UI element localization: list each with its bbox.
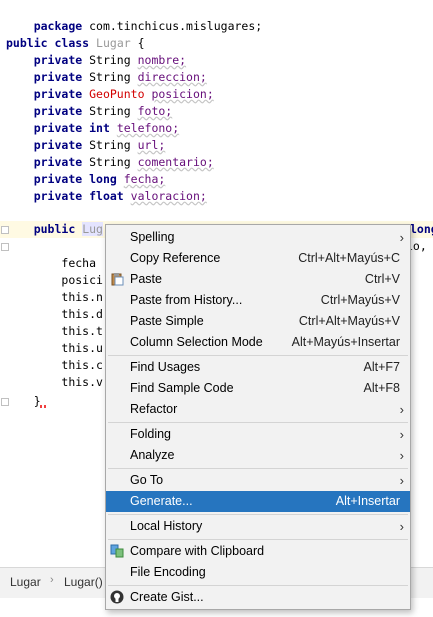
menu-item-spelling[interactable]: Spelling › bbox=[106, 227, 410, 248]
menu-item-refactor[interactable]: Refactor › bbox=[106, 399, 410, 420]
menu-separator bbox=[108, 422, 408, 423]
github-icon bbox=[110, 590, 124, 604]
field-declaration: private GeoPunto posicion; bbox=[33, 87, 214, 101]
menu-separator bbox=[108, 539, 408, 540]
menu-item-column-selection-mode[interactable]: Column Selection Mode Alt+Mayús+Insertar bbox=[106, 332, 410, 353]
constructor-declaration: public Lug bbox=[33, 222, 103, 236]
field-declaration: private String url; bbox=[33, 138, 166, 152]
class-declaration: public class Lugar { bbox=[6, 36, 145, 50]
field-declaration: private float valoracion; bbox=[33, 189, 207, 203]
menu-item-compare-with-clipboard[interactable]: Compare with Clipboard bbox=[106, 541, 410, 562]
field-declaration: private long fecha; bbox=[33, 172, 166, 186]
menu-item-folding[interactable]: Folding › bbox=[106, 424, 410, 445]
menu-separator bbox=[108, 355, 408, 356]
constructor-body-line: this.d bbox=[61, 307, 103, 321]
constructor-body-line: this.c bbox=[61, 358, 103, 372]
menu-separator bbox=[108, 514, 408, 515]
menu-item-local-history[interactable]: Local History › bbox=[106, 516, 410, 537]
menu-item-analyze[interactable]: Analyze › bbox=[106, 445, 410, 466]
chevron-right-icon: › bbox=[399, 448, 404, 463]
constructor-body-line: fecha bbox=[61, 256, 103, 270]
error-squiggle bbox=[40, 405, 46, 408]
constructor-body-line: this.t bbox=[61, 324, 103, 338]
chevron-right-icon: › bbox=[399, 402, 404, 417]
menu-item-create-gist[interactable]: Create Gist... bbox=[106, 587, 410, 608]
menu-item-find-usages[interactable]: Find Usages Alt+F7 bbox=[106, 357, 410, 378]
breadcrumb-method[interactable]: Lugar() bbox=[64, 575, 103, 589]
chevron-right-icon: › bbox=[399, 519, 404, 534]
breadcrumb-class[interactable]: Lugar bbox=[10, 575, 41, 589]
constructor-body-line: this.v bbox=[61, 375, 103, 389]
menu-item-paste-simple[interactable]: Paste Simple Ctrl+Alt+Mayús+V bbox=[106, 311, 410, 332]
package-line: package com.tinchicus.mislugares; bbox=[33, 19, 263, 33]
menu-item-go-to[interactable]: Go To › bbox=[106, 470, 410, 491]
field-declaration: private String foto; bbox=[33, 104, 173, 118]
menu-item-generate[interactable]: Generate... Alt+Insertar bbox=[106, 491, 410, 512]
menu-item-find-sample-code[interactable]: Find Sample Code Alt+F8 bbox=[106, 378, 410, 399]
constructor-body-line: this.n bbox=[61, 290, 103, 304]
menu-separator bbox=[108, 468, 408, 469]
clipboard-icon bbox=[110, 272, 124, 286]
breadcrumb-separator: › bbox=[50, 574, 54, 586]
fold-marker[interactable] bbox=[1, 398, 9, 406]
closing-brace: } bbox=[33, 394, 41, 408]
fold-marker[interactable] bbox=[1, 243, 9, 251]
field-declaration: private String direccion; bbox=[33, 70, 207, 84]
menu-item-file-encoding[interactable]: File Encoding bbox=[106, 562, 410, 583]
constructor-body-line: this.u bbox=[61, 341, 103, 355]
menu-separator bbox=[108, 585, 408, 586]
chevron-right-icon: › bbox=[399, 473, 404, 488]
constructor-body-line: posici bbox=[61, 273, 103, 287]
constructor-param-fragment: long bbox=[410, 222, 433, 236]
field-declaration: private String comentario; bbox=[33, 155, 214, 169]
menu-item-paste-from-history[interactable]: Paste from History... Ctrl+Mayús+V bbox=[106, 290, 410, 311]
chevron-right-icon: › bbox=[399, 427, 404, 442]
menu-item-copy-reference[interactable]: Copy Reference Ctrl+Alt+Mayús+C bbox=[106, 248, 410, 269]
field-declaration: private String nombre; bbox=[33, 53, 187, 67]
compare-clipboard-icon bbox=[110, 544, 124, 558]
context-menu: Spelling › Copy Reference Ctrl+Alt+Mayús+C… bbox=[105, 224, 411, 610]
menu-item-paste[interactable]: Paste Ctrl+V bbox=[106, 269, 410, 290]
fold-marker[interactable] bbox=[1, 226, 9, 234]
field-declaration: private int telefono; bbox=[33, 121, 180, 135]
